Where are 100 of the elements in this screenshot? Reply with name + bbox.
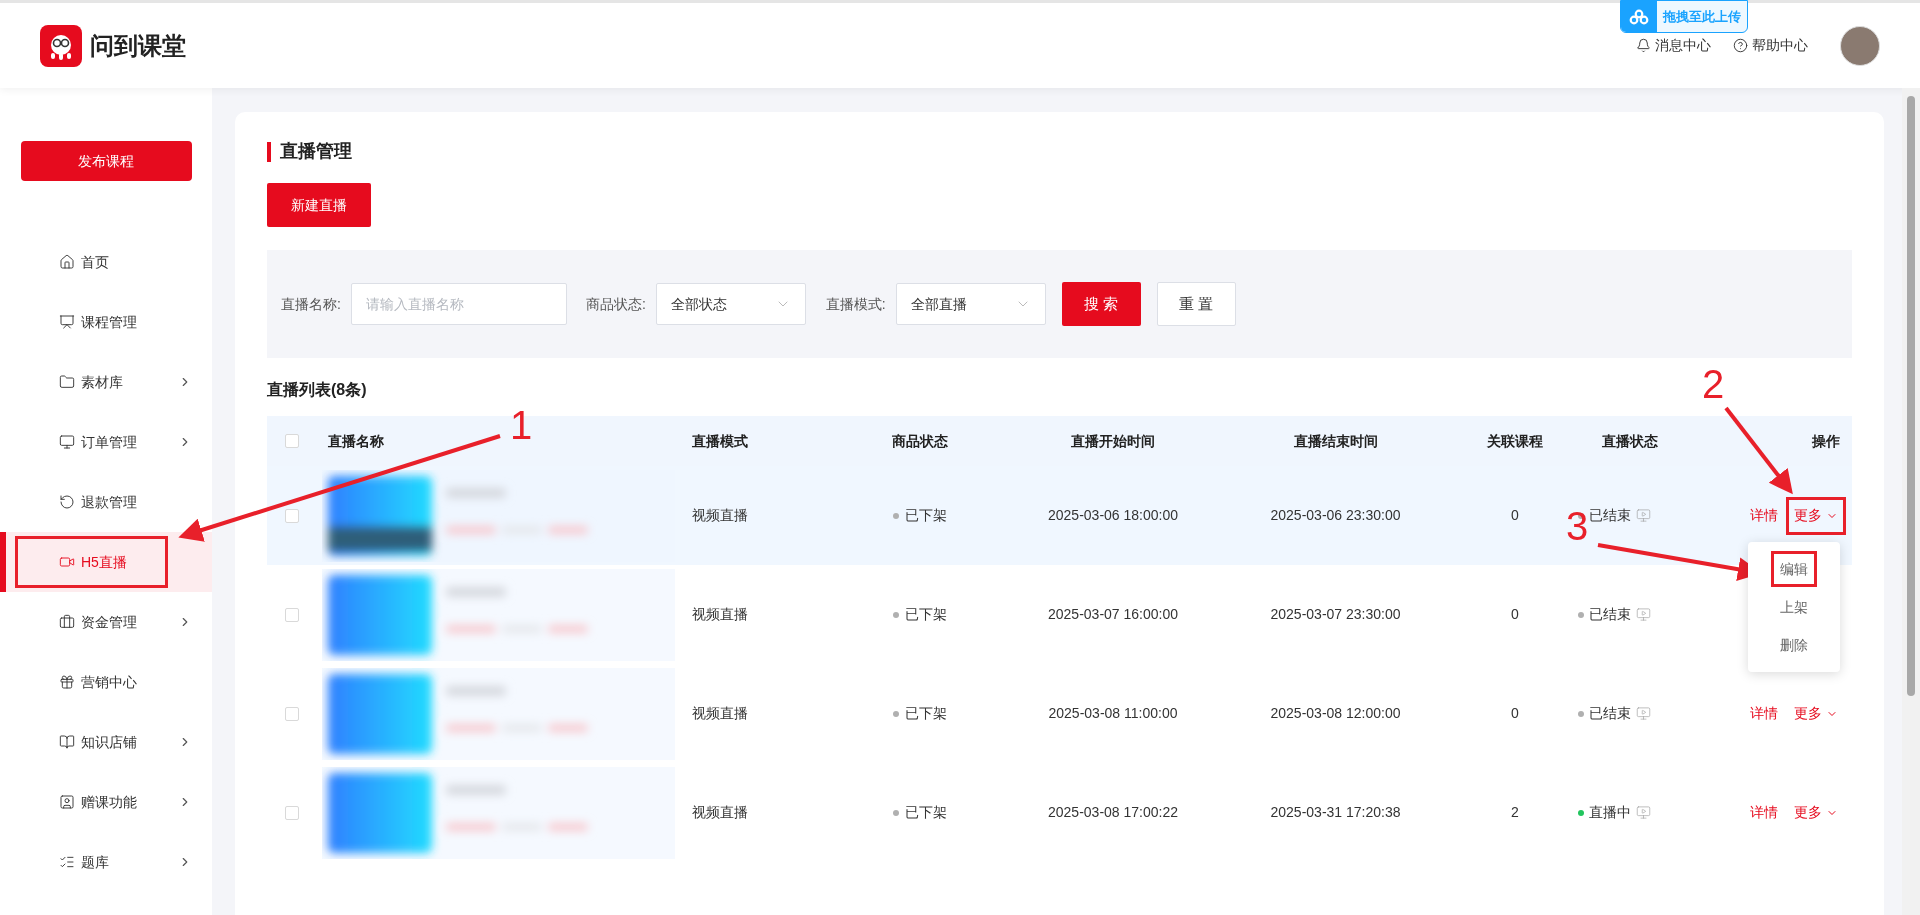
column-header: 操作	[1812, 432, 1840, 449]
nav-label: H5直播	[81, 552, 127, 572]
column-header: 商品状态	[892, 432, 948, 449]
nav-item[interactable]: H5直播	[0, 532, 212, 592]
list-title: 直播列表(8条)	[267, 381, 367, 398]
nav-label: 赠课功能	[81, 792, 137, 812]
column-header: 直播名称	[328, 432, 384, 449]
annotation-number: 2	[1702, 364, 1725, 404]
monitor-icon	[59, 434, 75, 450]
table-cell: 2025-03-07 23:30:00	[1270, 606, 1401, 622]
table-cell-text: 已结束	[1589, 506, 1631, 525]
nav-item[interactable]: 课程管理	[0, 292, 212, 352]
help-icon	[1733, 38, 1748, 53]
bell-icon	[1636, 38, 1651, 53]
table-cell-text: 已下架	[905, 605, 947, 624]
column-header: 关联课程	[1487, 432, 1543, 449]
table-cell: 2025-03-08 17:00:22	[1048, 804, 1178, 820]
reset-button[interactable]: 重 置	[1156, 282, 1236, 326]
table-cell: 0	[1511, 606, 1519, 622]
monitor-icon	[1636, 508, 1651, 523]
column-header: 直播结束时间	[1293, 432, 1378, 449]
nav-label: 题库	[81, 852, 109, 872]
nav-label: 订单管理	[81, 432, 137, 452]
nav-label: 资金管理	[81, 612, 137, 632]
detail-link[interactable]: 详情	[1750, 505, 1778, 526]
more-link[interactable]: 更多	[1786, 694, 1846, 733]
nav-item[interactable]: 知识店铺	[0, 712, 212, 772]
checkbox[interactable]	[285, 706, 299, 721]
presenter-icon	[59, 794, 75, 810]
column-header: 直播开始时间	[1071, 432, 1155, 449]
book-icon	[59, 734, 75, 750]
more-link[interactable]: 更多	[1786, 496, 1846, 535]
avatar[interactable]	[1840, 25, 1880, 66]
nav-item[interactable]: 资金管理	[0, 592, 212, 652]
nav-item[interactable]: 退款管理	[0, 472, 212, 532]
nav-item[interactable]: 赠课功能	[0, 772, 212, 832]
table-cell-text: 已结束	[1589, 605, 1631, 624]
nav-label: 课程管理	[81, 312, 137, 332]
table-cell: 视频直播	[692, 804, 748, 820]
goods-status-select[interactable]: 全部状态	[655, 283, 806, 325]
table-cell: 2	[1511, 804, 1519, 820]
table-cell: 2025-03-07 16:00:00	[1048, 606, 1178, 622]
refund-icon	[59, 494, 75, 510]
more-link[interactable]: 更多	[1786, 793, 1846, 832]
table-cell-text: 已下架	[905, 506, 947, 525]
table-cell: 视频直播	[692, 606, 748, 622]
name-input-field[interactable]: 请输入直播名称	[350, 283, 567, 325]
filter-label: 商品状态:	[585, 294, 646, 314]
column-header: 直播模式	[692, 432, 748, 449]
table-cell-text: 直播中	[1589, 803, 1631, 822]
search-button[interactable]: 搜 索	[1061, 282, 1141, 326]
detail-link[interactable]: 详情	[1750, 703, 1778, 724]
detail-link[interactable]: 详情	[1750, 802, 1778, 823]
gift-icon	[59, 674, 75, 690]
table-cell-text: 已结束	[1589, 704, 1631, 723]
table-cell: 2025-03-06 23:30:00	[1270, 507, 1401, 523]
scrollbar[interactable]	[1902, 88, 1920, 915]
presentation-icon	[59, 314, 75, 330]
nav-label: 首页	[81, 252, 109, 272]
table-cell: 2025-03-08 12:00:00	[1270, 705, 1401, 721]
video-camera-icon	[59, 554, 75, 570]
list-icon	[59, 854, 75, 870]
table-cell: 2025-03-08 11:00:00	[1048, 705, 1178, 721]
house-icon	[59, 254, 75, 270]
checkbox[interactable]	[285, 434, 299, 448]
menu-item[interactable]: 上架	[1771, 589, 1817, 625]
monitor-icon	[1636, 607, 1651, 622]
table-cell: 视频直播	[692, 705, 748, 721]
publish-course-button[interactable]: 发布课程	[20, 141, 192, 181]
table-cell: 视频直播	[692, 507, 748, 523]
nav-item[interactable]: 首页	[0, 232, 212, 292]
annotation-number: 3	[1566, 506, 1589, 546]
live-mode-select[interactable]: 全部直播	[895, 283, 1046, 325]
checkbox[interactable]	[285, 607, 299, 622]
table-cell: 2025-03-06 18:00:00	[1048, 507, 1178, 523]
app-name: 问到课堂	[90, 30, 186, 61]
messages-link[interactable]: 消息中心	[1636, 35, 1711, 56]
filter-label: 直播模式:	[825, 294, 886, 314]
checkbox[interactable]	[285, 508, 299, 523]
nav-label: 退款管理	[81, 492, 137, 512]
page-title: 直播管理	[280, 140, 352, 163]
table-cell-text: 已下架	[905, 704, 947, 723]
nav-item[interactable]: 题库	[0, 832, 212, 892]
help-link[interactable]: 帮助中心	[1733, 35, 1808, 56]
annotation-number: 1	[510, 405, 533, 445]
nav-label: 素材库	[81, 372, 123, 392]
menu-item[interactable]: 删除	[1771, 627, 1817, 663]
nav-item[interactable]: 订单管理	[0, 412, 212, 472]
table-cell: 0	[1511, 507, 1519, 523]
checkbox[interactable]	[285, 805, 299, 820]
table-cell: 0	[1511, 705, 1519, 721]
column-header: 直播状态	[1602, 432, 1658, 449]
logo-icon	[40, 24, 82, 67]
monitor-icon	[1636, 706, 1651, 721]
nav-label: 营销中心	[81, 672, 137, 692]
nav-item[interactable]: 素材库	[0, 352, 212, 412]
menu-item[interactable]: 编辑	[1771, 551, 1817, 587]
table-cell-text: 已下架	[905, 803, 947, 822]
new-live-button[interactable]: 新建直播	[267, 183, 371, 227]
nav-item[interactable]: 营销中心	[0, 652, 212, 712]
